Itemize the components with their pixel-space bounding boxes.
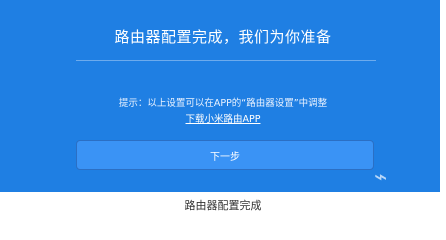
next-step-button[interactable]: 下一步 [76,140,374,170]
right-edge-strip [440,0,446,192]
watermark-icon: ⌁ [374,165,388,190]
download-app-row: 下载小米路由APP [0,111,446,125]
image-caption: 路由器配置完成 [184,199,262,212]
dialog-title: 路由器配置完成，我们为你准备 [114,28,332,46]
title-divider [76,60,376,61]
download-app-link[interactable]: 下载小米路由APP [186,114,261,125]
setup-complete-panel: 路由器配置完成，我们为你准备 提示：以上设置可以在APP的“路由器设置”中调整 … [0,0,446,192]
settings-tip: 提示：以上设置可以在APP的“路由器设置”中调整 [118,98,328,109]
